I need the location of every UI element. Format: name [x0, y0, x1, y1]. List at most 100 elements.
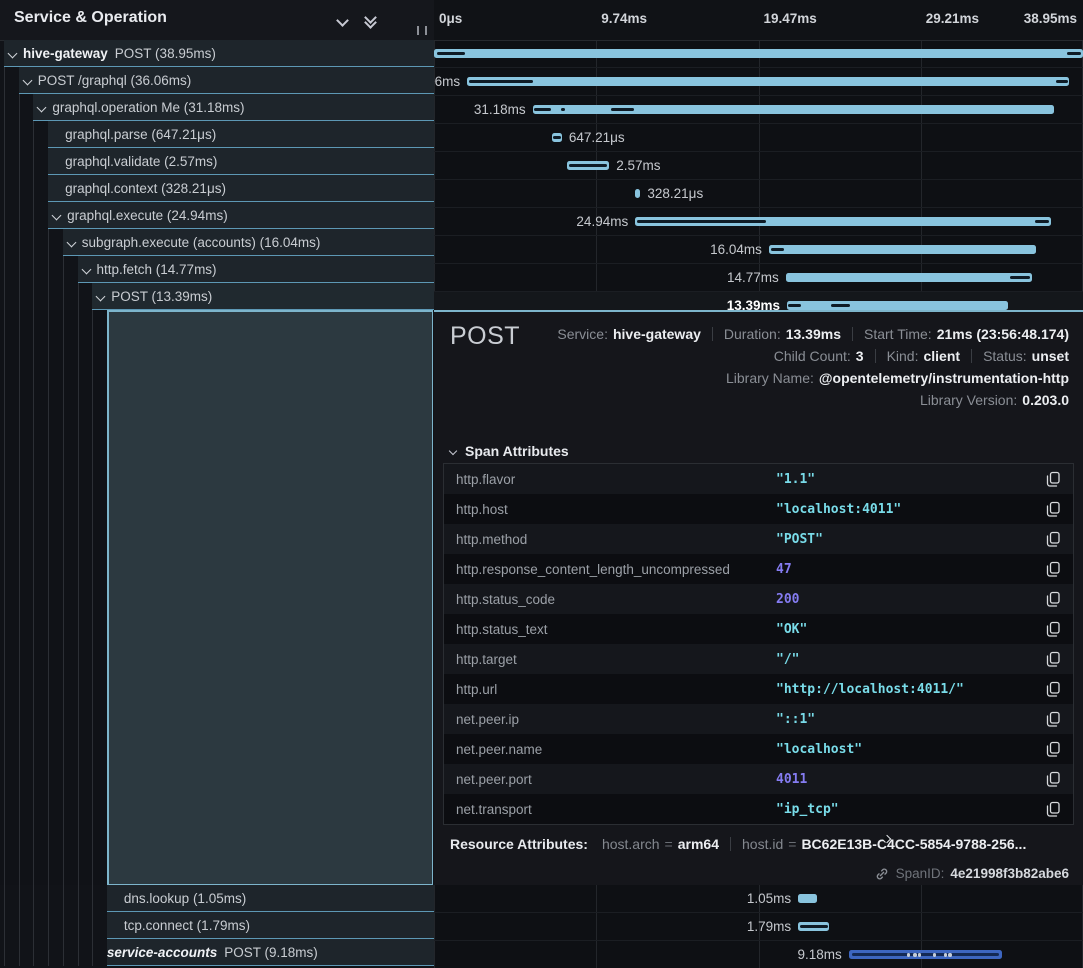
span-tree-row-content[interactable]: graphql.execute (24.94ms) — [48, 202, 434, 229]
span-tree-row[interactable]: POST (13.39ms) — [0, 283, 434, 310]
span-tree-row[interactable]: graphql.operation Me (31.18ms) — [0, 94, 434, 121]
span-tree-row-content[interactable]: service-accountsPOST (9.18ms) — [107, 939, 434, 966]
span-duration-bar[interactable] — [787, 301, 1008, 310]
copy-icon[interactable] — [1046, 681, 1061, 697]
span-bar-row[interactable]: 9.18ms — [434, 941, 1083, 968]
chevron-down-icon[interactable] — [81, 264, 91, 274]
span-service-name: service-accounts — [107, 945, 217, 960]
span-tree-row-content[interactable]: POST (13.39ms) — [92, 283, 434, 310]
span-duration-bar[interactable] — [467, 77, 1069, 86]
copy-icon[interactable] — [1046, 561, 1061, 577]
bar-child-segment — [1010, 276, 1031, 279]
copy-icon[interactable] — [1046, 501, 1061, 517]
chevron-down-icon[interactable] — [37, 102, 47, 112]
span-tree-row-content[interactable]: graphql.context (328.21μs) — [48, 175, 434, 202]
span-bar-row[interactable]: 14.77ms — [434, 264, 1083, 292]
collapse-all-icon[interactable] — [366, 13, 375, 27]
span-tree-row[interactable]: http.fetch (14.77ms) — [0, 256, 434, 283]
attribute-key: net.transport — [456, 802, 532, 817]
chevron-down-icon[interactable] — [52, 210, 62, 220]
span-tree-row-content[interactable]: graphql.operation Me (31.18ms) — [33, 94, 434, 121]
span-bar-row[interactable]: 2.57ms — [434, 152, 1083, 180]
span-tree-row-content[interactable]: graphql.parse (647.21μs) — [48, 121, 434, 148]
span-duration-bar[interactable] — [798, 922, 829, 931]
span-tree-row[interactable]: service-accountsPOST (9.18ms) — [0, 939, 434, 966]
span-bar-row[interactable]: 1.79ms — [434, 913, 1083, 941]
span-tree-row[interactable]: POST /graphql (36.06ms) — [0, 67, 434, 94]
span-bar-row[interactable]: 1.05ms — [434, 885, 1083, 913]
copy-icon[interactable] — [1046, 471, 1061, 487]
span-bar-row[interactable]: 16.04ms — [434, 236, 1083, 264]
span-tree-row-content[interactable]: POST /graphql (36.06ms) — [19, 67, 434, 94]
span-duration-label: 14.77ms — [727, 264, 779, 291]
span-tree-row[interactable]: subgraph.execute (accounts) (16.04ms) — [0, 229, 434, 256]
attribute-row: http.flavor"1.1" — [444, 464, 1073, 494]
copy-icon[interactable] — [1046, 531, 1061, 547]
span-tree-row[interactable]: dns.lookup (1.05ms) — [0, 885, 434, 912]
span-duration-bar[interactable] — [849, 950, 1002, 959]
timeline-tick-label: 29.21ms — [926, 11, 979, 26]
span-tree-row-content[interactable]: hive-gatewayPOST (38.95ms) — [4, 40, 434, 67]
span-bar-row[interactable]: 36.06ms — [434, 68, 1083, 96]
span-tree-row-content[interactable]: graphql.validate (2.57ms) — [48, 148, 434, 175]
chevron-down-icon[interactable] — [96, 291, 106, 301]
span-tree-row[interactable]: graphql.context (328.21μs) — [0, 175, 434, 202]
span-bar-row[interactable]: 38.95ms — [434, 40, 1083, 68]
span-tree-row-content[interactable]: dns.lookup (1.05ms) — [107, 885, 434, 912]
chevron-down-icon[interactable] — [66, 237, 76, 247]
resource-equals: = — [788, 836, 796, 852]
span-duration-bar[interactable] — [567, 161, 609, 170]
span-bar-row[interactable]: 647.21μs — [434, 124, 1083, 152]
tree-indent-guide — [19, 94, 20, 121]
tree-indent-guide — [4, 67, 5, 94]
span-tree-row-content[interactable]: http.fetch (14.77ms) — [78, 256, 435, 283]
tree-indent-guide — [33, 912, 34, 939]
span-tree-row-content[interactable]: subgraph.execute (accounts) (16.04ms) — [63, 229, 434, 256]
span-duration-bar[interactable] — [552, 133, 562, 142]
span-duration-bar[interactable] — [533, 105, 1054, 114]
tree-indent-guide — [4, 121, 5, 148]
copy-icon[interactable] — [1046, 801, 1061, 817]
span-tree-row-content[interactable]: tcp.connect (1.79ms) — [107, 912, 434, 939]
chevron-down-icon[interactable] — [22, 75, 32, 85]
span-tree-row[interactable]: graphql.execute (24.94ms) — [0, 202, 434, 229]
span-attributes-header[interactable]: Span Attributes — [450, 443, 569, 459]
tree-indent-guide — [4, 939, 5, 966]
link-icon[interactable] — [875, 867, 889, 881]
copy-icon[interactable] — [1046, 741, 1061, 757]
span-tree-row[interactable]: graphql.parse (647.21μs) — [0, 121, 434, 148]
span-duration-bar[interactable] — [786, 273, 1032, 282]
span-duration-bar[interactable] — [635, 217, 1051, 226]
copy-icon[interactable] — [1046, 591, 1061, 607]
span-bar-row[interactable]: 328.21μs — [434, 180, 1083, 208]
timeline-bars: 38.95ms36.06ms31.18ms647.21μs2.57ms328.2… — [434, 40, 1083, 320]
span-duration-bar[interactable] — [434, 49, 1083, 58]
span-tree-row[interactable]: tcp.connect (1.79ms) — [0, 912, 434, 939]
tree-indent-guide — [33, 283, 34, 310]
panel-resize-handle[interactable] — [417, 26, 427, 35]
span-duration-bar[interactable] — [798, 894, 817, 903]
tree-indent-guide — [19, 310, 20, 885]
collapse-one-icon[interactable] — [336, 14, 349, 27]
span-operation-label: graphql.execute (24.94ms) — [67, 208, 228, 223]
tree-indent-guide — [33, 310, 34, 885]
span-tree-row[interactable]: hive-gatewayPOST (38.95ms) — [0, 40, 434, 67]
span-operation-label: POST (38.95ms) — [115, 46, 216, 61]
attribute-value: 4011 — [776, 772, 807, 787]
span-bar-row[interactable]: 31.18ms — [434, 96, 1083, 124]
tree-indent-guide — [4, 912, 5, 939]
meta-label: Duration: — [724, 326, 781, 342]
span-duration-bar[interactable] — [769, 245, 1036, 254]
resource-attributes-row[interactable]: Resource Attributes: host.arch=arm64host… — [450, 836, 1026, 852]
span-duration-label: 328.21μs — [647, 180, 703, 207]
tree-indent-guide — [48, 256, 49, 283]
attribute-row: http.host"localhost:4011" — [444, 494, 1073, 524]
copy-icon[interactable] — [1046, 771, 1061, 787]
copy-icon[interactable] — [1046, 621, 1061, 637]
chevron-down-icon[interactable] — [8, 48, 18, 58]
span-duration-bar[interactable] — [635, 189, 640, 198]
copy-icon[interactable] — [1046, 711, 1061, 727]
copy-icon[interactable] — [1046, 651, 1061, 667]
span-bar-row[interactable]: 24.94ms — [434, 208, 1083, 236]
span-tree-row[interactable]: graphql.validate (2.57ms) — [0, 148, 434, 175]
